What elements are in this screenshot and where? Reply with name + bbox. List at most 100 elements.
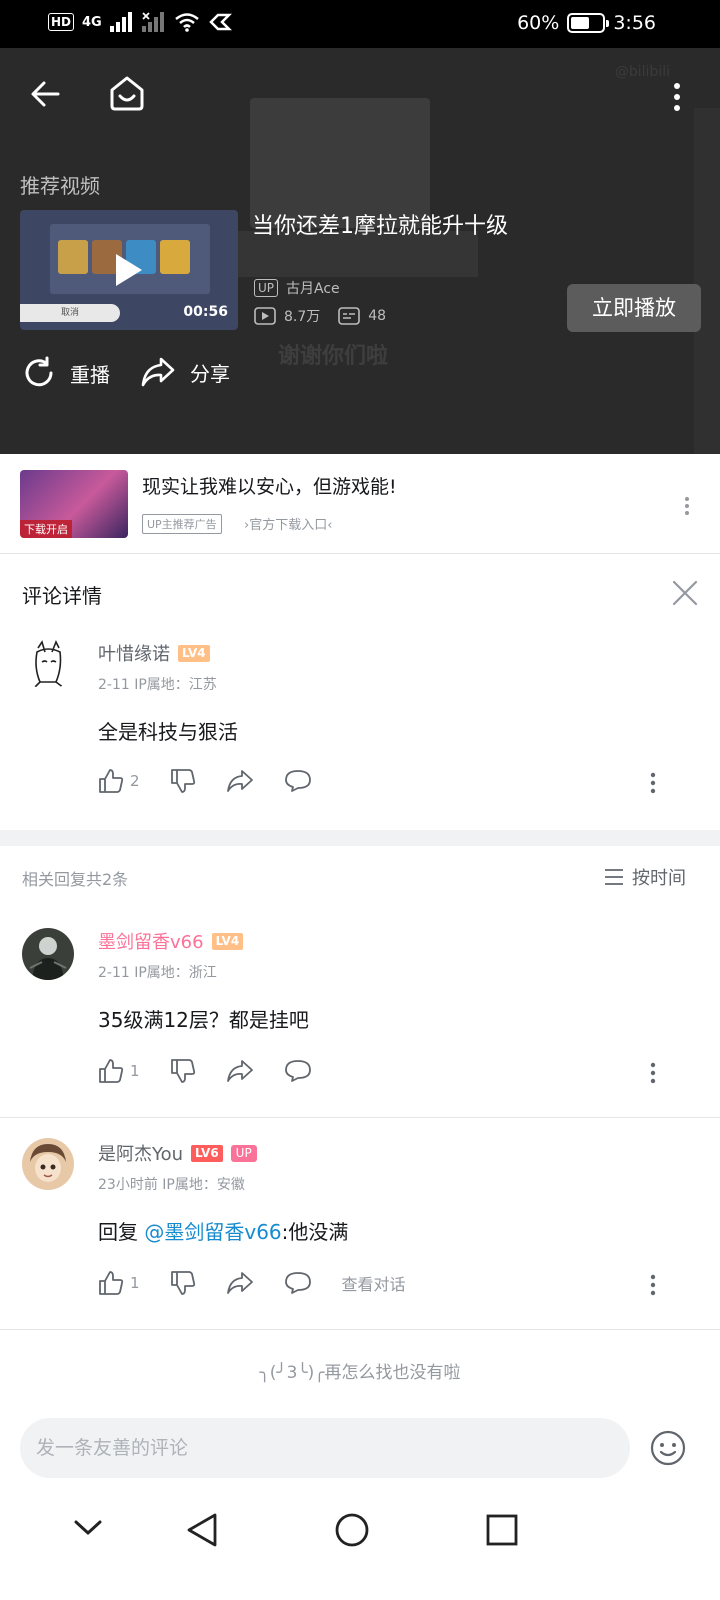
- nav-recents-button[interactable]: [484, 1512, 520, 1548]
- thumbs-down-icon: [170, 1271, 195, 1295]
- more-vertical-icon: [685, 497, 689, 515]
- back-arrow-icon: [31, 81, 60, 107]
- comment-text[interactable]: 全是科技与狠活: [98, 716, 238, 745]
- thumbs-up-icon: [99, 1271, 124, 1295]
- ad-image[interactable]: 下载开启: [20, 470, 128, 538]
- avatar[interactable]: [22, 928, 74, 980]
- thumbs-down-icon: [170, 1059, 195, 1083]
- wifi-icon: [174, 13, 199, 32]
- level-badge: LV6: [191, 1144, 223, 1162]
- stats-row: 8.7万 48: [254, 306, 386, 326]
- comment-text[interactable]: 35级满12层？都是挂吧: [98, 1004, 309, 1033]
- back-button[interactable]: [28, 76, 64, 112]
- ad-banner[interactable]: 下载开启 现实让我难以安心，但游戏能! UP主推荐广告 ›官方下载入口‹: [0, 454, 720, 554]
- comment-meta: 2-11 IP属地：浙江: [98, 965, 217, 981]
- comment-input[interactable]: [36, 1418, 606, 1478]
- share-icon: [141, 357, 175, 387]
- battery-percent: 60%: [517, 12, 560, 34]
- share-button[interactable]: 分享: [140, 356, 230, 388]
- close-icon: [672, 580, 698, 606]
- signal-icon: [109, 12, 132, 32]
- avatar[interactable]: [22, 1138, 74, 1190]
- comment-more-button[interactable]: [650, 1274, 656, 1296]
- recommended-video-thumbnail[interactable]: 取消 00:56: [20, 210, 238, 330]
- more-vertical-icon: [650, 772, 656, 794]
- replay-icon: [25, 356, 53, 387]
- nav-home-button[interactable]: [334, 1512, 370, 1548]
- comment-meta: 23小时前 IP属地：安徽: [98, 1177, 245, 1193]
- more-vertical-icon: [674, 83, 680, 111]
- system-navigation-bar: [0, 1494, 720, 1600]
- reply-count: 相关回复共2条: [22, 870, 129, 889]
- comment-actions: 2: [98, 768, 342, 794]
- share-icon: [226, 770, 253, 792]
- username-row: 是阿杰You LV6 UP: [98, 1140, 257, 1166]
- background-overlay-text: 谢谢你们啦: [278, 344, 389, 369]
- reply-button[interactable]: [284, 769, 312, 793]
- signal-off-icon: [141, 12, 164, 32]
- thumbs-up-icon: [99, 769, 124, 793]
- close-button[interactable]: [672, 580, 698, 606]
- sort-list-icon: [605, 869, 623, 885]
- dislike-button[interactable]: [170, 1058, 196, 1084]
- mention-link[interactable]: @墨剑留香v66: [144, 1220, 281, 1244]
- like-button[interactable]: 2: [98, 768, 140, 794]
- username[interactable]: 墨剑留香v66: [98, 928, 204, 954]
- up-badge: UP: [230, 1144, 257, 1162]
- up-badge: UP: [254, 279, 279, 297]
- username-row: 叶惜缘诺 LV4: [98, 640, 210, 666]
- comment-more-button[interactable]: [650, 1062, 656, 1084]
- dislike-button[interactable]: [170, 768, 196, 794]
- home-tv-icon: [110, 76, 144, 111]
- level-badge: LV4: [178, 644, 210, 662]
- comment-more-button[interactable]: [650, 772, 656, 794]
- share-comment-button[interactable]: [226, 769, 254, 793]
- battery-fill: [571, 17, 590, 29]
- video-duration: 00:56: [183, 304, 228, 320]
- avatar-anime-icon: [30, 1144, 66, 1182]
- thumbs-down-icon: [170, 769, 195, 793]
- home-button[interactable]: [108, 74, 146, 112]
- square-recents-icon: [486, 1514, 518, 1546]
- like-button[interactable]: 1: [98, 1058, 140, 1084]
- reply-divider: [0, 1329, 720, 1330]
- share-comment-button[interactable]: [226, 1271, 254, 1295]
- comment-detail-title: 评论详情: [22, 584, 102, 608]
- replay-button[interactable]: 重播: [22, 356, 110, 390]
- reply-button[interactable]: [284, 1271, 312, 1295]
- status-bar-right: 60% 3:56: [517, 12, 656, 34]
- share-comment-button[interactable]: [226, 1059, 254, 1083]
- no-more-message: ╮(╯3╰)╭再怎么找也没有啦: [259, 1363, 461, 1383]
- dislike-button[interactable]: [170, 1270, 196, 1296]
- see-conversation-link[interactable]: 查看对话: [342, 1271, 406, 1295]
- comment-bubble-icon: [284, 770, 311, 792]
- comment-input-bar[interactable]: [20, 1418, 630, 1478]
- emoji-button[interactable]: [650, 1430, 686, 1466]
- thumbnail-cancel-bar: 取消: [20, 304, 120, 322]
- reply-body: :他没满: [281, 1220, 349, 1244]
- username[interactable]: 是阿杰You: [98, 1140, 183, 1166]
- recommended-video-title[interactable]: 当你还差1摩拉就能升十级: [252, 208, 508, 240]
- ad-download-link[interactable]: ›官方下载入口‹: [244, 514, 332, 533]
- avatar[interactable]: [22, 638, 74, 690]
- comment-detail-header: 评论详情: [0, 554, 720, 630]
- reply-button[interactable]: [284, 1059, 312, 1083]
- sort-by-time-button[interactable]: 按时间: [604, 864, 686, 890]
- network-type: 4G: [82, 14, 102, 30]
- ad-more-button[interactable]: [684, 496, 690, 516]
- nav-back-button[interactable]: [184, 1512, 220, 1548]
- like-button[interactable]: 1: [98, 1270, 140, 1296]
- ad-title[interactable]: 现实让我难以安心，但游戏能!: [142, 472, 397, 499]
- sort-label: 按时间: [632, 868, 686, 889]
- bilibili-watermark: @bilibili: [614, 64, 670, 80]
- circle-home-icon: [335, 1513, 369, 1547]
- username[interactable]: 叶惜缘诺: [98, 640, 170, 666]
- comment-text[interactable]: 回复 @墨剑留香v66:他没满: [98, 1216, 348, 1245]
- right-shade: [694, 108, 720, 454]
- nav-hide-keyboard-button[interactable]: [72, 1518, 104, 1538]
- player-more-button[interactable]: [673, 82, 681, 112]
- reply-item: 墨剑留香v66 LV4 2-11 IP属地：浙江 35级满12层？都是挂吧 1: [0, 916, 720, 1116]
- level-badge: LV4: [211, 932, 244, 950]
- play-now-button[interactable]: 立即播放: [567, 284, 701, 332]
- play-count-icon: [254, 307, 276, 325]
